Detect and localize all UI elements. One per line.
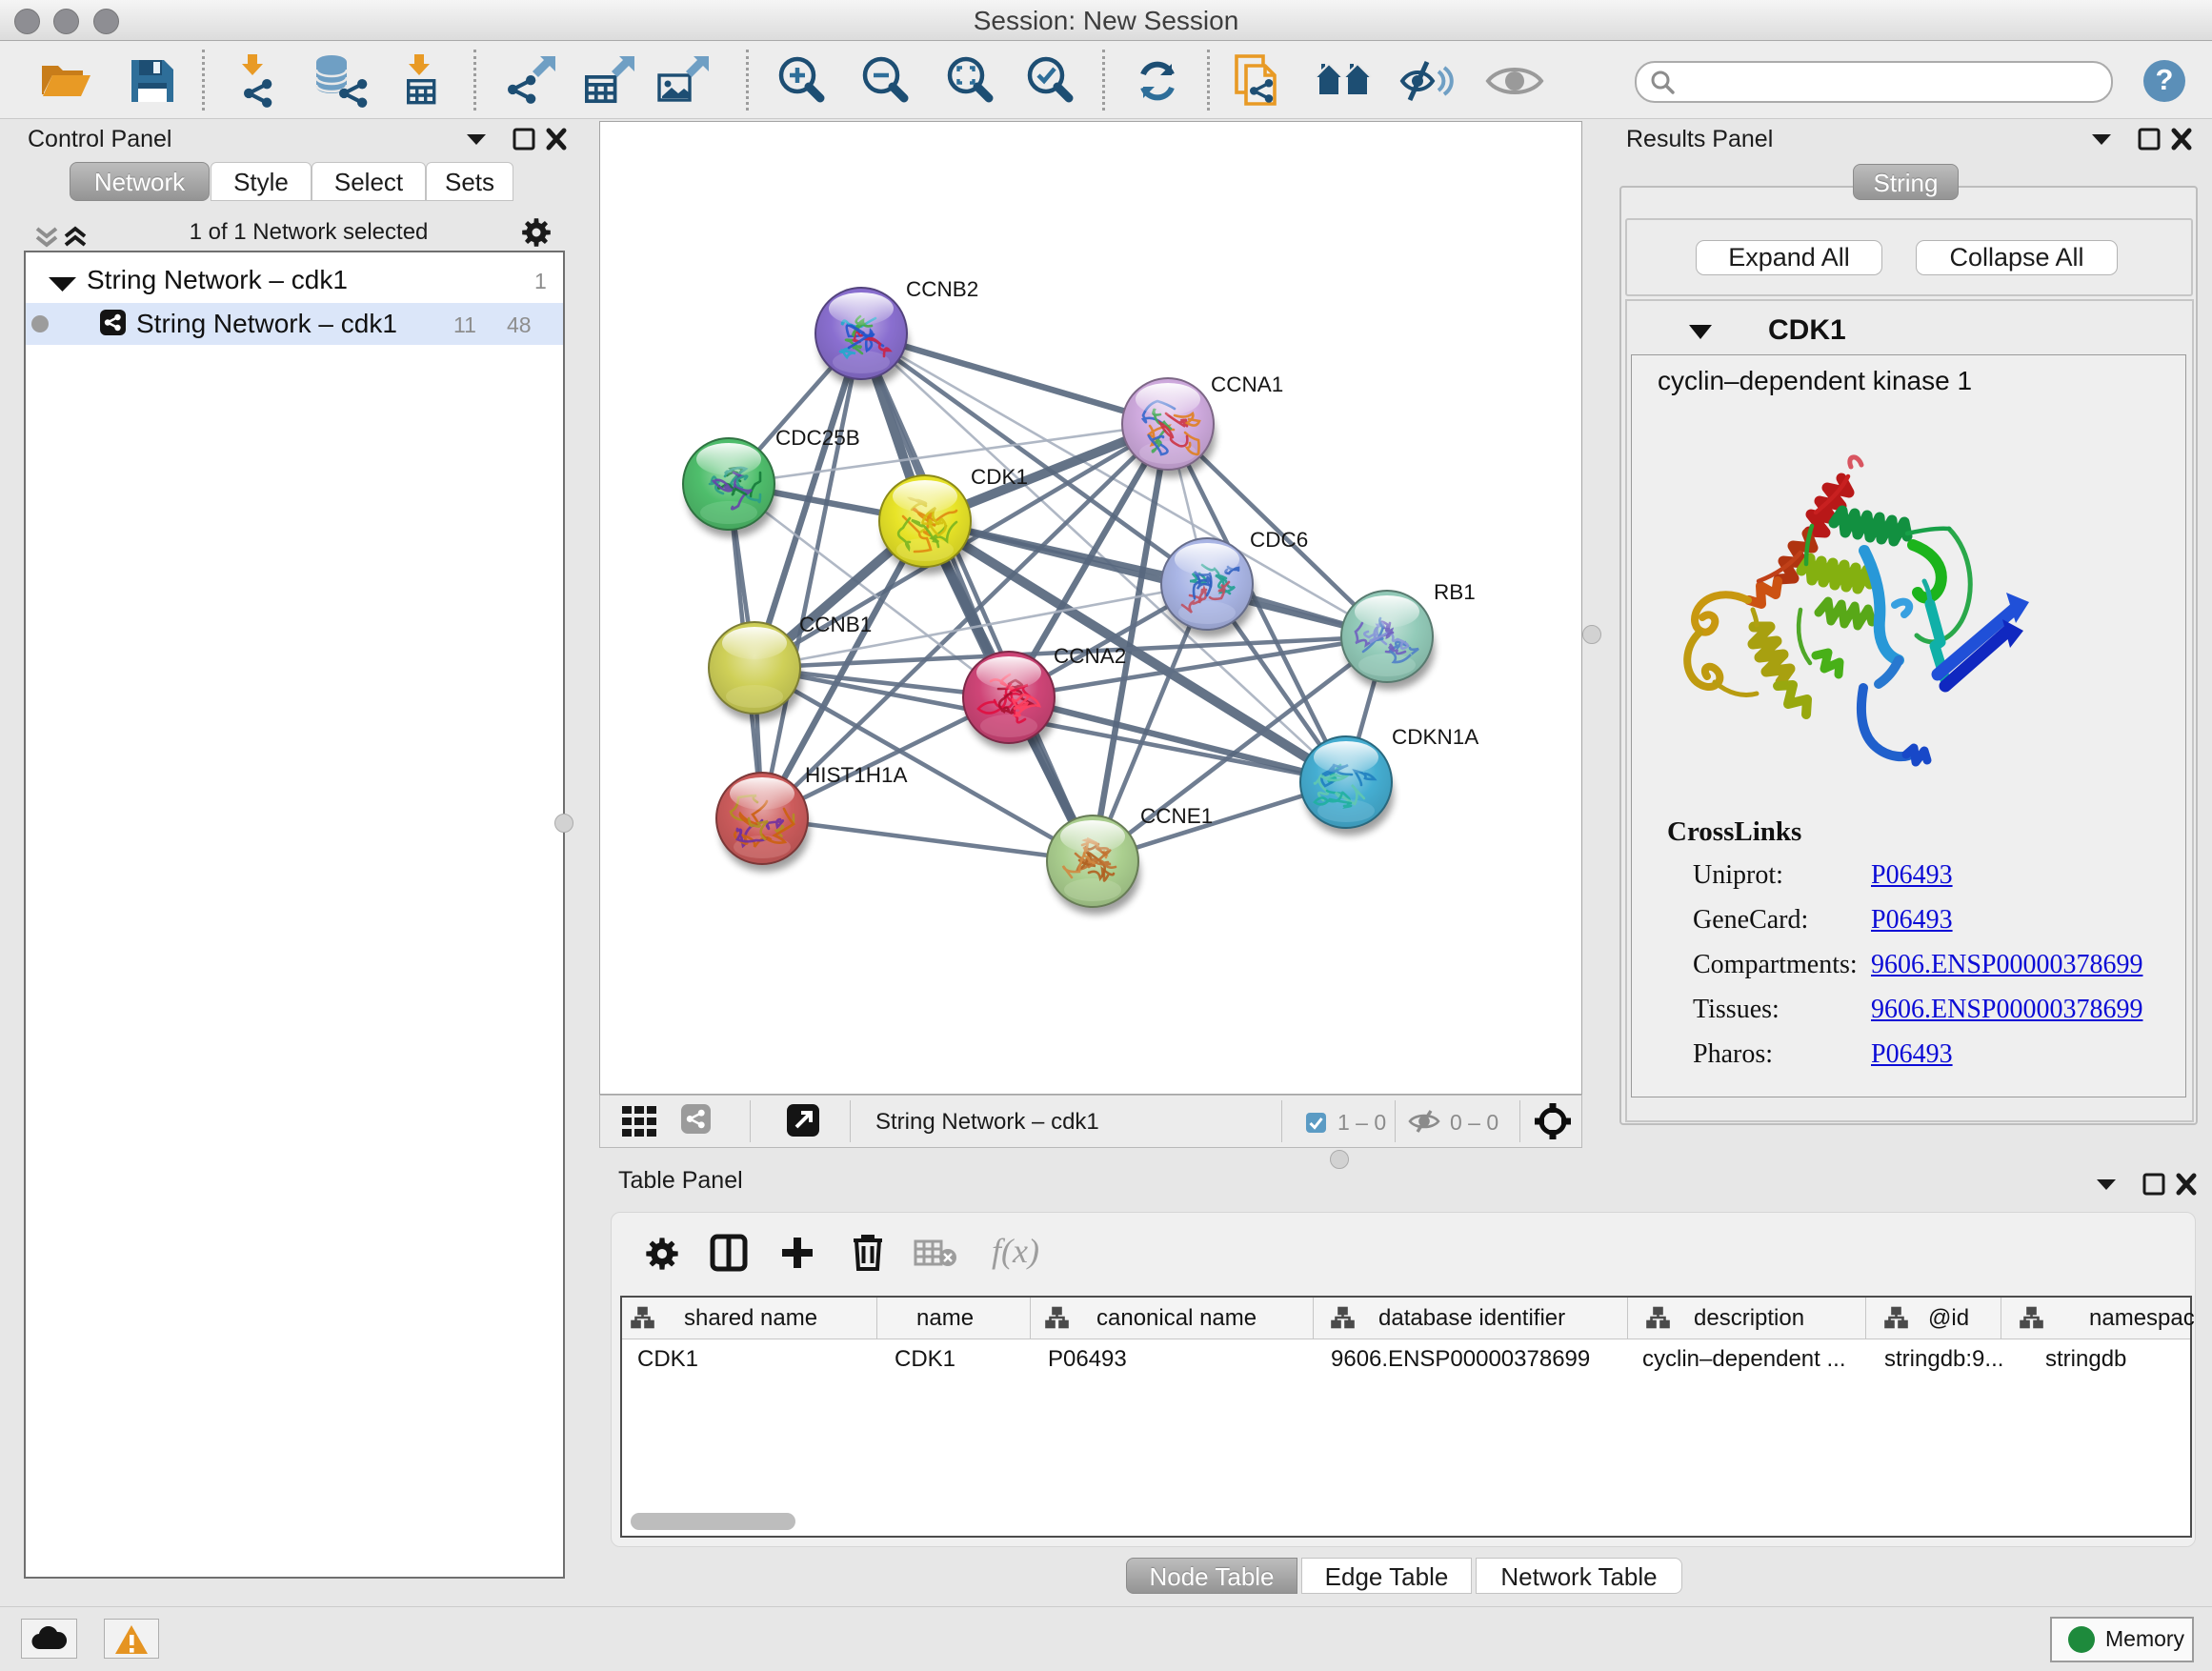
svg-text:CCNB2: CCNB2 — [906, 277, 978, 301]
svg-text:CCNE1: CCNE1 — [1140, 804, 1213, 828]
svg-text:CCNA1: CCNA1 — [1211, 372, 1283, 396]
svg-text:CCNB1: CCNB1 — [799, 613, 872, 636]
svg-text:RB1: RB1 — [1434, 580, 1476, 604]
svg-text:HIST1H1A: HIST1H1A — [805, 763, 908, 787]
svg-text:CCNA2: CCNA2 — [1054, 644, 1126, 668]
svg-text:CDC25B: CDC25B — [775, 426, 860, 450]
svg-text:CDC6: CDC6 — [1250, 528, 1308, 552]
svg-text:CDKN1A: CDKN1A — [1392, 725, 1478, 749]
svg-text:CDK1: CDK1 — [971, 465, 1028, 489]
